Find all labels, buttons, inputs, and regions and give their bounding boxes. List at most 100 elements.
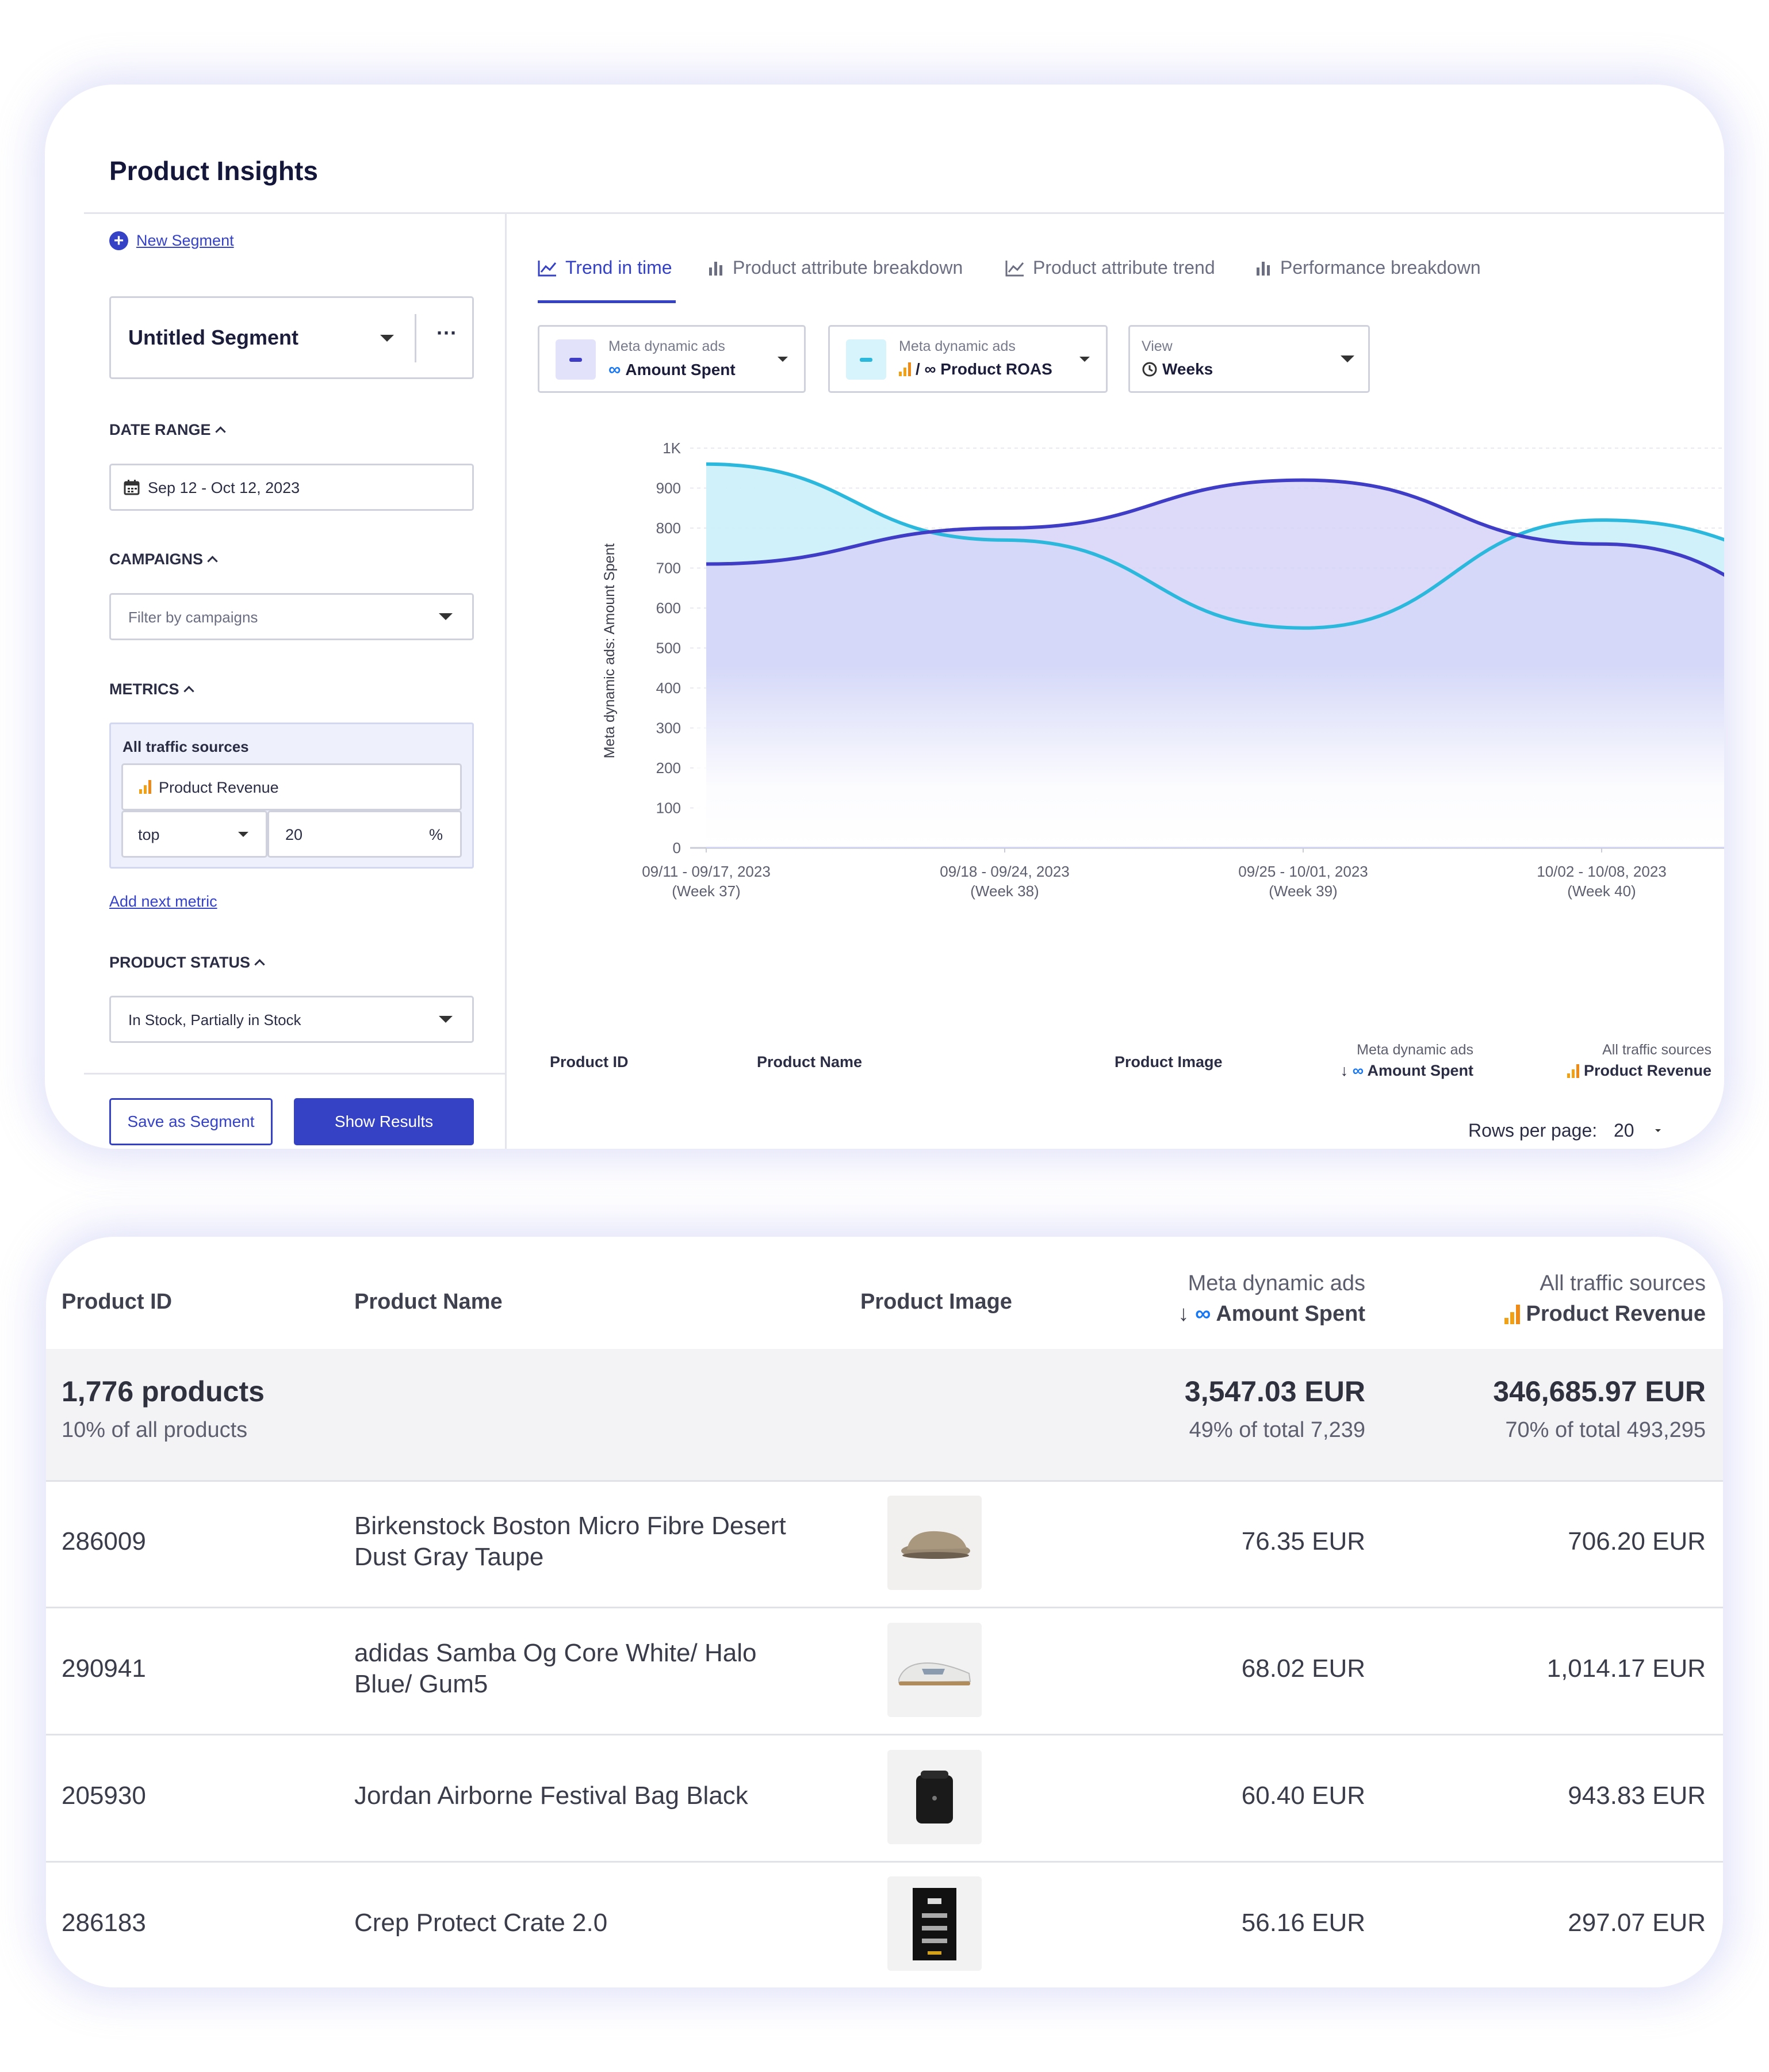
row-divider — [46, 1480, 1723, 1482]
mini-col-source: Meta dynamic ads — [1357, 1042, 1473, 1058]
y-tick-label: 500 — [656, 640, 681, 657]
trend-area-chart: 0 100 200 300 400 500 600 700 800 900 1K 09/11 - 09… — [602, 439, 1724, 900]
row-product-revenue: 706.20 EUR — [1568, 1527, 1706, 1555]
y-tick-label: 0 — [673, 839, 681, 857]
product-image-adidas-samba[interactable] — [887, 1623, 982, 1717]
tab-label: Trend in time — [565, 257, 672, 278]
metric-source: All traffic sources — [122, 738, 249, 755]
campaigns-heading[interactable]: CAMPAIGNS — [109, 551, 218, 568]
y-axis-title: Meta dynamic ads: Amount Spent — [602, 544, 618, 759]
segment-more-button[interactable]: ··· — [436, 321, 457, 345]
col-label: Product Revenue — [1504, 1302, 1706, 1326]
new-segment-link[interactable]: + New Segment — [109, 231, 234, 250]
y-tick-label: 900 — [656, 480, 681, 497]
tab-product-attribute-breakdown[interactable]: Product attribute breakdown — [707, 257, 963, 278]
bar-chart-icon — [1567, 1064, 1579, 1078]
row-product-id: 286009 — [62, 1527, 146, 1555]
mini-col-product-revenue[interactable]: All traffic sources Product Revenue — [1567, 1042, 1711, 1080]
bar-chart-icon — [1257, 261, 1270, 276]
view-selector[interactable]: View Weeks — [1128, 325, 1370, 393]
row-product-name-line1[interactable]: Jordan Airborne Festival Bag Black — [354, 1782, 748, 1810]
product-status-label: PRODUCT STATUS — [109, 954, 250, 971]
metric-selector-roas[interactable]: Meta dynamic ads / ∞ Product ROAS — [828, 325, 1108, 393]
product-insights-panel: Product Insights + New Segment Untitled … — [45, 85, 1724, 1149]
mini-col-amount-spent[interactable]: Meta dynamic ads ↓ ∞ Amount Spent — [1341, 1042, 1473, 1080]
tab-label: Performance breakdown — [1280, 257, 1481, 278]
add-next-metric-link[interactable]: Add next metric — [109, 893, 217, 911]
date-range-input[interactable]: Sep 12 - Oct 12, 2023 — [109, 464, 474, 511]
product-status-heading[interactable]: PRODUCT STATUS — [109, 954, 265, 972]
sort-down-icon: ↓ — [1178, 1302, 1189, 1326]
summary-share: 10% of all products — [62, 1418, 248, 1442]
meta-icon: ∞ — [608, 360, 621, 379]
summary-revenue: 346,685.97 EUR — [1493, 1375, 1706, 1408]
chevron-down-icon — [778, 357, 788, 362]
date-range-heading[interactable]: DATE RANGE — [109, 421, 226, 439]
row-product-name-line2[interactable]: Dust Gray Taupe — [354, 1543, 543, 1572]
show-results-button[interactable]: Show Results — [294, 1098, 474, 1145]
chevron-down-icon — [439, 1016, 453, 1023]
tab-product-attribute-trend[interactable]: Product attribute trend — [1005, 257, 1215, 278]
series-swatch — [846, 339, 886, 380]
mini-col-product-id[interactable]: Product ID — [550, 1053, 629, 1071]
calendar-icon — [124, 480, 140, 495]
campaigns-filter[interactable]: Filter by campaigns — [109, 593, 474, 640]
row-product-id: 286183 — [62, 1909, 146, 1937]
x-tick-label: 10/02 - 10/08, 2023 — [1537, 863, 1667, 880]
mini-col-label-text: Amount Spent — [1367, 1062, 1473, 1079]
chevron-down-icon — [1341, 355, 1354, 362]
col-product-revenue[interactable]: All traffic sources Product Revenue — [1504, 1271, 1706, 1326]
segment-name: Untitled Segment — [128, 326, 299, 349]
tab-trend-in-time[interactable]: Trend in time — [538, 257, 672, 278]
product-image-birkenstock[interactable] — [887, 1496, 982, 1590]
col-product-id[interactable]: Product ID — [62, 1290, 172, 1314]
product-image-crep-protect[interactable] — [887, 1876, 982, 1971]
clog-shoe-icon — [901, 1531, 970, 1559]
campaigns-label: CAMPAIGNS — [109, 551, 204, 568]
row-product-name-line1[interactable]: Crep Protect Crate 2.0 — [354, 1909, 607, 1937]
mini-col-product-name[interactable]: Product Name — [757, 1053, 862, 1071]
col-amount-spent[interactable]: Meta dynamic ads ↓ ∞ Amount Spent — [1178, 1271, 1365, 1326]
metrics-heading[interactable]: METRICS — [109, 681, 194, 698]
product-status-select[interactable]: In Stock, Partially in Stock — [109, 996, 474, 1043]
tab-performance-breakdown[interactable]: Performance breakdown — [1255, 257, 1481, 278]
rows-per-page-select[interactable]: 20 — [1614, 1120, 1634, 1141]
selector-value: / ∞ Product ROAS — [899, 360, 1052, 379]
selector-source: Meta dynamic ads — [899, 338, 1016, 354]
product-image-jordan-bag[interactable] — [887, 1750, 982, 1844]
metrics-label: METRICS — [109, 681, 179, 698]
view-value: Weeks — [1142, 360, 1213, 379]
metric-group: All traffic sources Product Revenue top … — [109, 722, 474, 869]
line-chart-icon — [538, 260, 557, 276]
selector-value-text: Amount Spent — [625, 361, 736, 379]
metric-amount-input[interactable]: 20 % — [267, 811, 462, 858]
mini-col-product-image[interactable]: Product Image — [1115, 1053, 1223, 1071]
x-tick-label: 09/25 - 10/01, 2023 — [1238, 863, 1368, 880]
date-range-label: DATE RANGE — [109, 421, 211, 438]
col-product-name[interactable]: Product Name — [354, 1290, 503, 1314]
row-divider — [46, 1734, 1723, 1735]
metric-selector-amount-spent[interactable]: Meta dynamic ads ∞ Amount Spent — [538, 325, 806, 393]
metric-mode-select[interactable]: top — [121, 811, 267, 858]
mini-col-label: Product Revenue — [1567, 1062, 1711, 1080]
row-product-id: 205930 — [62, 1782, 146, 1810]
row-product-name-line1[interactable]: Birkenstock Boston Micro Fibre Desert — [354, 1512, 786, 1540]
row-product-name-line1[interactable]: adidas Samba Og Core White/ Halo — [354, 1639, 756, 1668]
bar-chart-icon — [709, 261, 722, 276]
x-tick-label: 09/11 - 09/17, 2023 — [642, 863, 771, 880]
x-tick-label: (Week 40) — [1567, 882, 1636, 900]
campaigns-placeholder: Filter by campaigns — [128, 609, 258, 626]
row-product-name-line2[interactable]: Blue/ Gum5 — [354, 1670, 488, 1699]
sneaker-icon — [898, 1662, 971, 1685]
metric-select[interactable]: Product Revenue — [121, 763, 462, 811]
summary-spent: 3,547.03 EUR — [1184, 1375, 1365, 1408]
selector-value: ∞ Amount Spent — [608, 360, 736, 380]
col-source: All traffic sources — [1540, 1271, 1706, 1295]
save-as-segment-button[interactable]: Save as Segment — [109, 1098, 273, 1145]
active-tab-indicator — [538, 300, 676, 303]
metric-unit: % — [429, 826, 443, 843]
col-product-image[interactable]: Product Image — [860, 1290, 1012, 1314]
chevron-up-icon — [183, 686, 194, 697]
metric-mode-value: top — [138, 826, 160, 843]
segment-select[interactable]: Untitled Segment ··· — [109, 296, 474, 379]
